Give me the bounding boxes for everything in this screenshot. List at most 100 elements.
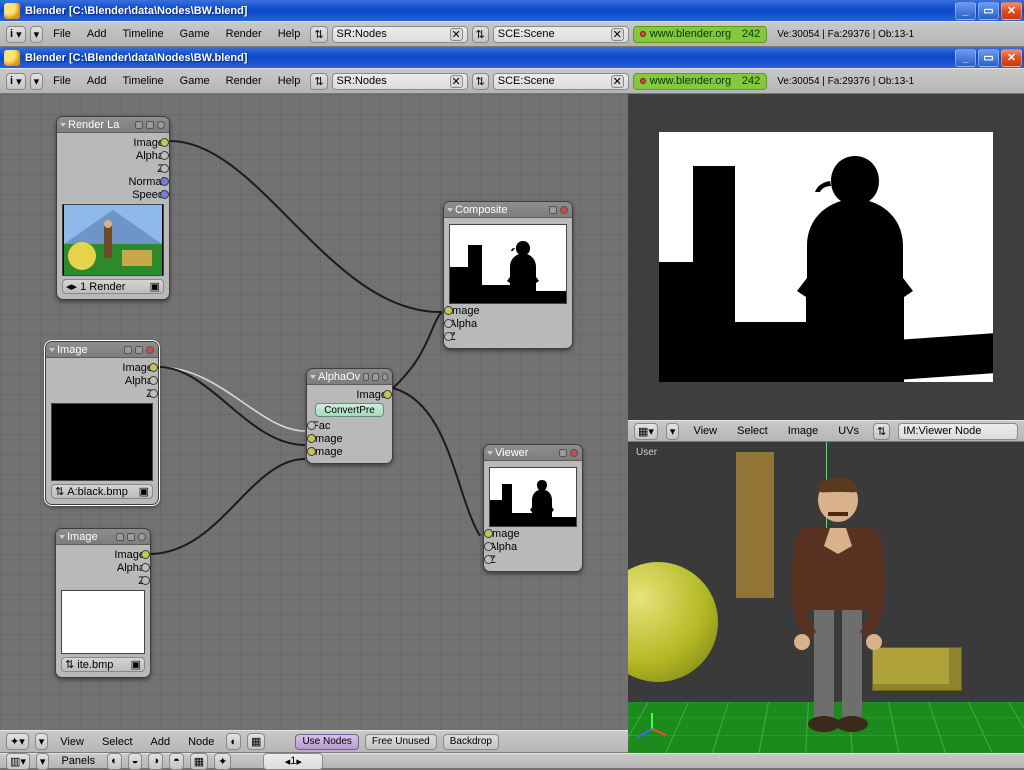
socket-label: Image: [312, 433, 343, 445]
node-title: Viewer: [495, 447, 556, 459]
outer-blender-link[interactable]: www.blender.org 242: [633, 26, 767, 43]
outer-stats: Ve:30054 | Fa:29376 | Ob:13-1: [777, 29, 914, 40]
material-icon[interactable]: ◐: [226, 733, 241, 750]
menu-render[interactable]: Render: [220, 73, 268, 89]
image-browse[interactable]: ⇅: [873, 423, 890, 440]
node-title: Image: [67, 531, 113, 543]
ne-menu-node[interactable]: Node: [182, 734, 220, 750]
ne-menu-view[interactable]: View: [54, 734, 90, 750]
scene-door: [736, 452, 774, 598]
screen-field[interactable]: SR:Nodes✕: [332, 73, 468, 90]
close-icon[interactable]: ✕: [611, 75, 624, 88]
context-icon-5[interactable]: ▦: [190, 753, 208, 770]
outer-minimize-button[interactable]: _: [955, 2, 976, 20]
context-icon-1[interactable]: ◐: [107, 753, 122, 770]
outer-menu-render[interactable]: Render: [220, 26, 268, 42]
image-editor-type-button[interactable]: ▦▾: [634, 423, 658, 440]
ie-menu-view[interactable]: View: [687, 423, 723, 439]
node-image-black[interactable]: Image Image Alpha Z ⇅ A:black.bmp▣: [45, 341, 159, 505]
close-icon[interactable]: ✕: [450, 28, 463, 41]
outer-info-header: i ▾ ▾ File Add Timeline Game Render Help…: [0, 21, 1024, 47]
3d-viewport[interactable]: User: [628, 442, 1024, 753]
node-editor-type-button[interactable]: ✦▾: [6, 733, 29, 750]
frame-field[interactable]: ◂ 1 ▸: [263, 753, 323, 770]
socket-label: Alpha: [449, 318, 477, 330]
use-nodes-toggle[interactable]: Use Nodes: [295, 734, 358, 750]
outer-window-title: Blender [C:\Blender\data\Nodes\BW.blend]: [25, 5, 953, 17]
menu-help[interactable]: Help: [272, 73, 307, 89]
outer-screen-browse[interactable]: ⇅: [310, 26, 327, 43]
image-editor-collapse[interactable]: ▾: [666, 423, 680, 440]
node-preview: [489, 467, 577, 527]
node-title: Composite: [455, 204, 546, 216]
node-render-layers[interactable]: Render La Image Alpha Z Normal Speed ◂▸ …: [56, 116, 170, 300]
outer-menu-help[interactable]: Help: [272, 26, 307, 42]
compositing-icon[interactable]: ▦: [247, 733, 265, 750]
outer-menu-game[interactable]: Game: [174, 26, 216, 42]
close-icon[interactable]: ✕: [450, 75, 463, 88]
outer-menu-file[interactable]: File: [47, 26, 77, 42]
panels-collapse[interactable]: ▾: [36, 753, 50, 770]
stats: Ve:30054 | Fa:29376 | Ob:13-1: [777, 76, 914, 87]
window-title: Blender [C:\Blender\data\Nodes\BW.blend]: [25, 52, 953, 64]
outer-collapse-button[interactable]: ▾: [30, 26, 44, 43]
minimize-button[interactable]: _: [955, 49, 976, 67]
collapse-button[interactable]: ▾: [30, 73, 44, 90]
outer-scene-browse[interactable]: ⇅: [472, 26, 489, 43]
outer-editor-type-button[interactable]: i ▾: [6, 26, 26, 43]
image-editor-header: ▦▾ ▾ View Select Image UVs ⇅ IM:Viewer N…: [628, 420, 1024, 442]
socket-label: Normal: [129, 176, 164, 188]
outer-menu-timeline[interactable]: Timeline: [116, 26, 169, 42]
image-name-field[interactable]: IM:Viewer Node: [898, 423, 1018, 440]
outer-maximize-button[interactable]: ▭: [978, 2, 999, 20]
scene-sphere: [628, 562, 718, 682]
close-icon[interactable]: ✕: [611, 28, 624, 41]
blender-link[interactable]: www.blender.org 242: [633, 73, 767, 90]
backdrop-toggle[interactable]: Backdrop: [443, 734, 499, 750]
screen-browse[interactable]: ⇅: [310, 73, 327, 90]
ne-menu-select[interactable]: Select: [96, 734, 139, 750]
panels-type-button[interactable]: ▥▾: [6, 753, 30, 770]
menu-game[interactable]: Game: [174, 73, 216, 89]
ie-menu-image[interactable]: Image: [782, 423, 825, 439]
context-icon-6[interactable]: ✦: [214, 753, 231, 770]
dot-icon: [640, 31, 646, 37]
socket-label: Image: [449, 305, 480, 317]
node-composite[interactable]: Composite Image Alpha Z: [443, 201, 573, 349]
outer-screen-field[interactable]: SR:Nodes✕: [332, 26, 468, 43]
outer-scene-field[interactable]: SCE:Scene✕: [493, 26, 629, 43]
scene-browse[interactable]: ⇅: [472, 73, 489, 90]
menu-timeline[interactable]: Timeline: [116, 73, 169, 89]
context-icon-2[interactable]: ◒: [128, 753, 143, 770]
context-icon-4[interactable]: ◓: [169, 753, 184, 770]
editor-type-button[interactable]: i ▾: [6, 73, 26, 90]
node-preview: [62, 204, 164, 276]
node-preview: [61, 590, 145, 654]
outer-menu-add[interactable]: Add: [81, 26, 113, 42]
window-titlebar[interactable]: Blender [C:\Blender\data\Nodes\BW.blend]…: [0, 47, 1024, 68]
node-footer[interactable]: ◂▸ 1 Render▣: [62, 279, 164, 294]
outer-window-titlebar[interactable]: Blender [C:\Blender\data\Nodes\BW.blend]…: [0, 0, 1024, 21]
menu-file[interactable]: File: [47, 73, 77, 89]
render-result[interactable]: [628, 94, 1024, 420]
context-icon-3[interactable]: ◑: [148, 753, 163, 770]
node-viewer[interactable]: Viewer Image Alpha Z: [483, 444, 583, 572]
menu-add[interactable]: Add: [81, 73, 113, 89]
node-footer[interactable]: ⇅ ite.bmp▣: [61, 657, 145, 672]
ne-menu-add[interactable]: Add: [145, 734, 177, 750]
scene-field[interactable]: SCE:Scene✕: [493, 73, 629, 90]
maximize-button[interactable]: ▭: [978, 49, 999, 67]
outer-close-button[interactable]: ✕: [1001, 2, 1022, 20]
free-unused-button[interactable]: Free Unused: [365, 734, 437, 750]
node-footer[interactable]: ⇅ A:black.bmp▣: [51, 484, 153, 499]
ie-menu-select[interactable]: Select: [731, 423, 774, 439]
blender-icon: [4, 50, 20, 66]
ie-menu-uvs[interactable]: UVs: [832, 423, 865, 439]
node-alpha-over[interactable]: AlphaOv Image ConvertPre Fac Image Image: [306, 368, 393, 464]
buttons-window-header: ▥▾ ▾ Panels ◐ ◒ ◑ ◓ ▦ ✦ ◂ 1 ▸: [0, 753, 1024, 768]
close-button[interactable]: ✕: [1001, 49, 1022, 67]
node-editor-collapse[interactable]: ▾: [35, 733, 49, 750]
convert-premul-button[interactable]: ConvertPre: [315, 403, 384, 417]
node-editor[interactable]: Render La Image Alpha Z Normal Speed ◂▸ …: [0, 94, 628, 730]
node-image-white[interactable]: Image Image Alpha Z ⇅ ite.bmp▣: [55, 528, 151, 678]
